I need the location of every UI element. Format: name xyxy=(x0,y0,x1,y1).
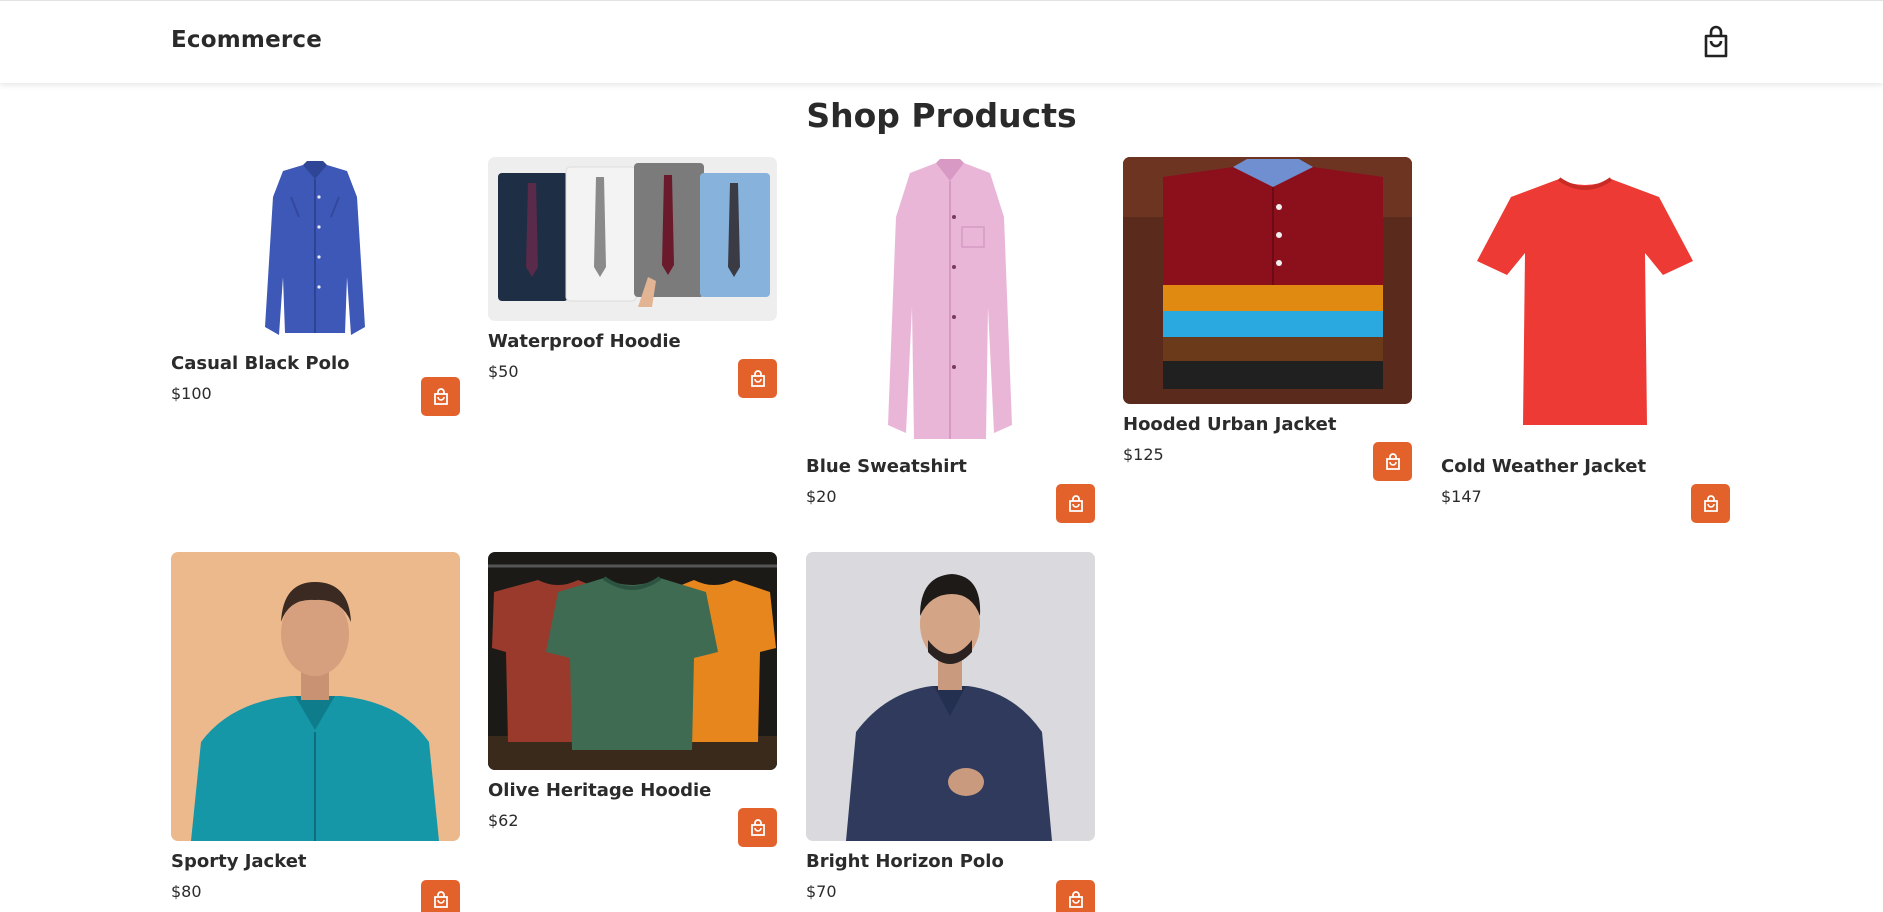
product-card: Waterproof Hoodie $50 xyxy=(488,157,777,398)
product-card: Cold Weather Jacket $147 xyxy=(1441,157,1730,523)
product-price: $147 xyxy=(1441,487,1482,506)
shopping-bag-icon xyxy=(433,890,448,908)
product-price: $100 xyxy=(171,384,212,403)
add-to-cart-button[interactable] xyxy=(738,359,777,398)
product-card: Olive Heritage Hoodie $62 xyxy=(488,552,777,847)
navbar: Ecommerce xyxy=(0,0,1883,83)
shopping-bag-icon xyxy=(750,369,765,387)
product-card: Bright Horizon Polo $70 xyxy=(806,552,1095,912)
product-price: $20 xyxy=(806,487,837,506)
product-price: $80 xyxy=(171,882,202,901)
product-name: Casual Black Polo xyxy=(171,353,350,374)
product-price: $62 xyxy=(488,811,519,830)
product-card: Hooded Urban Jacket $125 xyxy=(1123,157,1412,481)
shopping-bag-icon xyxy=(1068,890,1083,908)
brand-logo[interactable]: Ecommerce xyxy=(171,27,322,53)
add-to-cart-button[interactable] xyxy=(1056,880,1095,912)
product-name: Cold Weather Jacket xyxy=(1441,456,1647,477)
product-card: Casual Black Polo $100 xyxy=(171,157,460,416)
add-to-cart-button[interactable] xyxy=(421,880,460,912)
product-card: Blue Sweatshirt $20 xyxy=(806,157,1095,523)
product-price: $50 xyxy=(488,362,519,381)
shopping-bag-icon xyxy=(750,818,765,836)
shopping-bag-icon xyxy=(1703,494,1718,512)
page-title: Shop Products xyxy=(806,96,1077,135)
product-price: $70 xyxy=(806,882,837,901)
add-to-cart-button[interactable] xyxy=(421,377,460,416)
product-image[interactable] xyxy=(171,157,460,343)
product-image[interactable] xyxy=(1123,157,1412,404)
cart-button[interactable] xyxy=(1700,25,1732,59)
product-image[interactable] xyxy=(1441,157,1730,446)
product-name: Sporty Jacket xyxy=(171,851,307,872)
add-to-cart-button[interactable] xyxy=(1373,442,1412,481)
product-name: Waterproof Hoodie xyxy=(488,331,681,352)
product-name: Olive Heritage Hoodie xyxy=(488,780,712,801)
product-name: Hooded Urban Jacket xyxy=(1123,414,1337,435)
shopping-bag-icon xyxy=(1068,494,1083,512)
product-image[interactable] xyxy=(806,157,1095,446)
product-image[interactable] xyxy=(171,552,460,841)
product-card: Sporty Jacket $80 xyxy=(171,552,460,912)
shopping-bag-icon xyxy=(1704,25,1728,58)
add-to-cart-button[interactable] xyxy=(1056,484,1095,523)
shopping-bag-icon xyxy=(433,387,448,405)
product-name: Blue Sweatshirt xyxy=(806,456,967,477)
product-price: $125 xyxy=(1123,445,1164,464)
product-image[interactable] xyxy=(488,157,777,321)
product-image[interactable] xyxy=(806,552,1095,841)
product-name: Bright Horizon Polo xyxy=(806,851,1004,872)
product-image[interactable] xyxy=(488,552,777,770)
add-to-cart-button[interactable] xyxy=(1691,484,1730,523)
add-to-cart-button[interactable] xyxy=(738,808,777,847)
shopping-bag-icon xyxy=(1385,452,1400,470)
